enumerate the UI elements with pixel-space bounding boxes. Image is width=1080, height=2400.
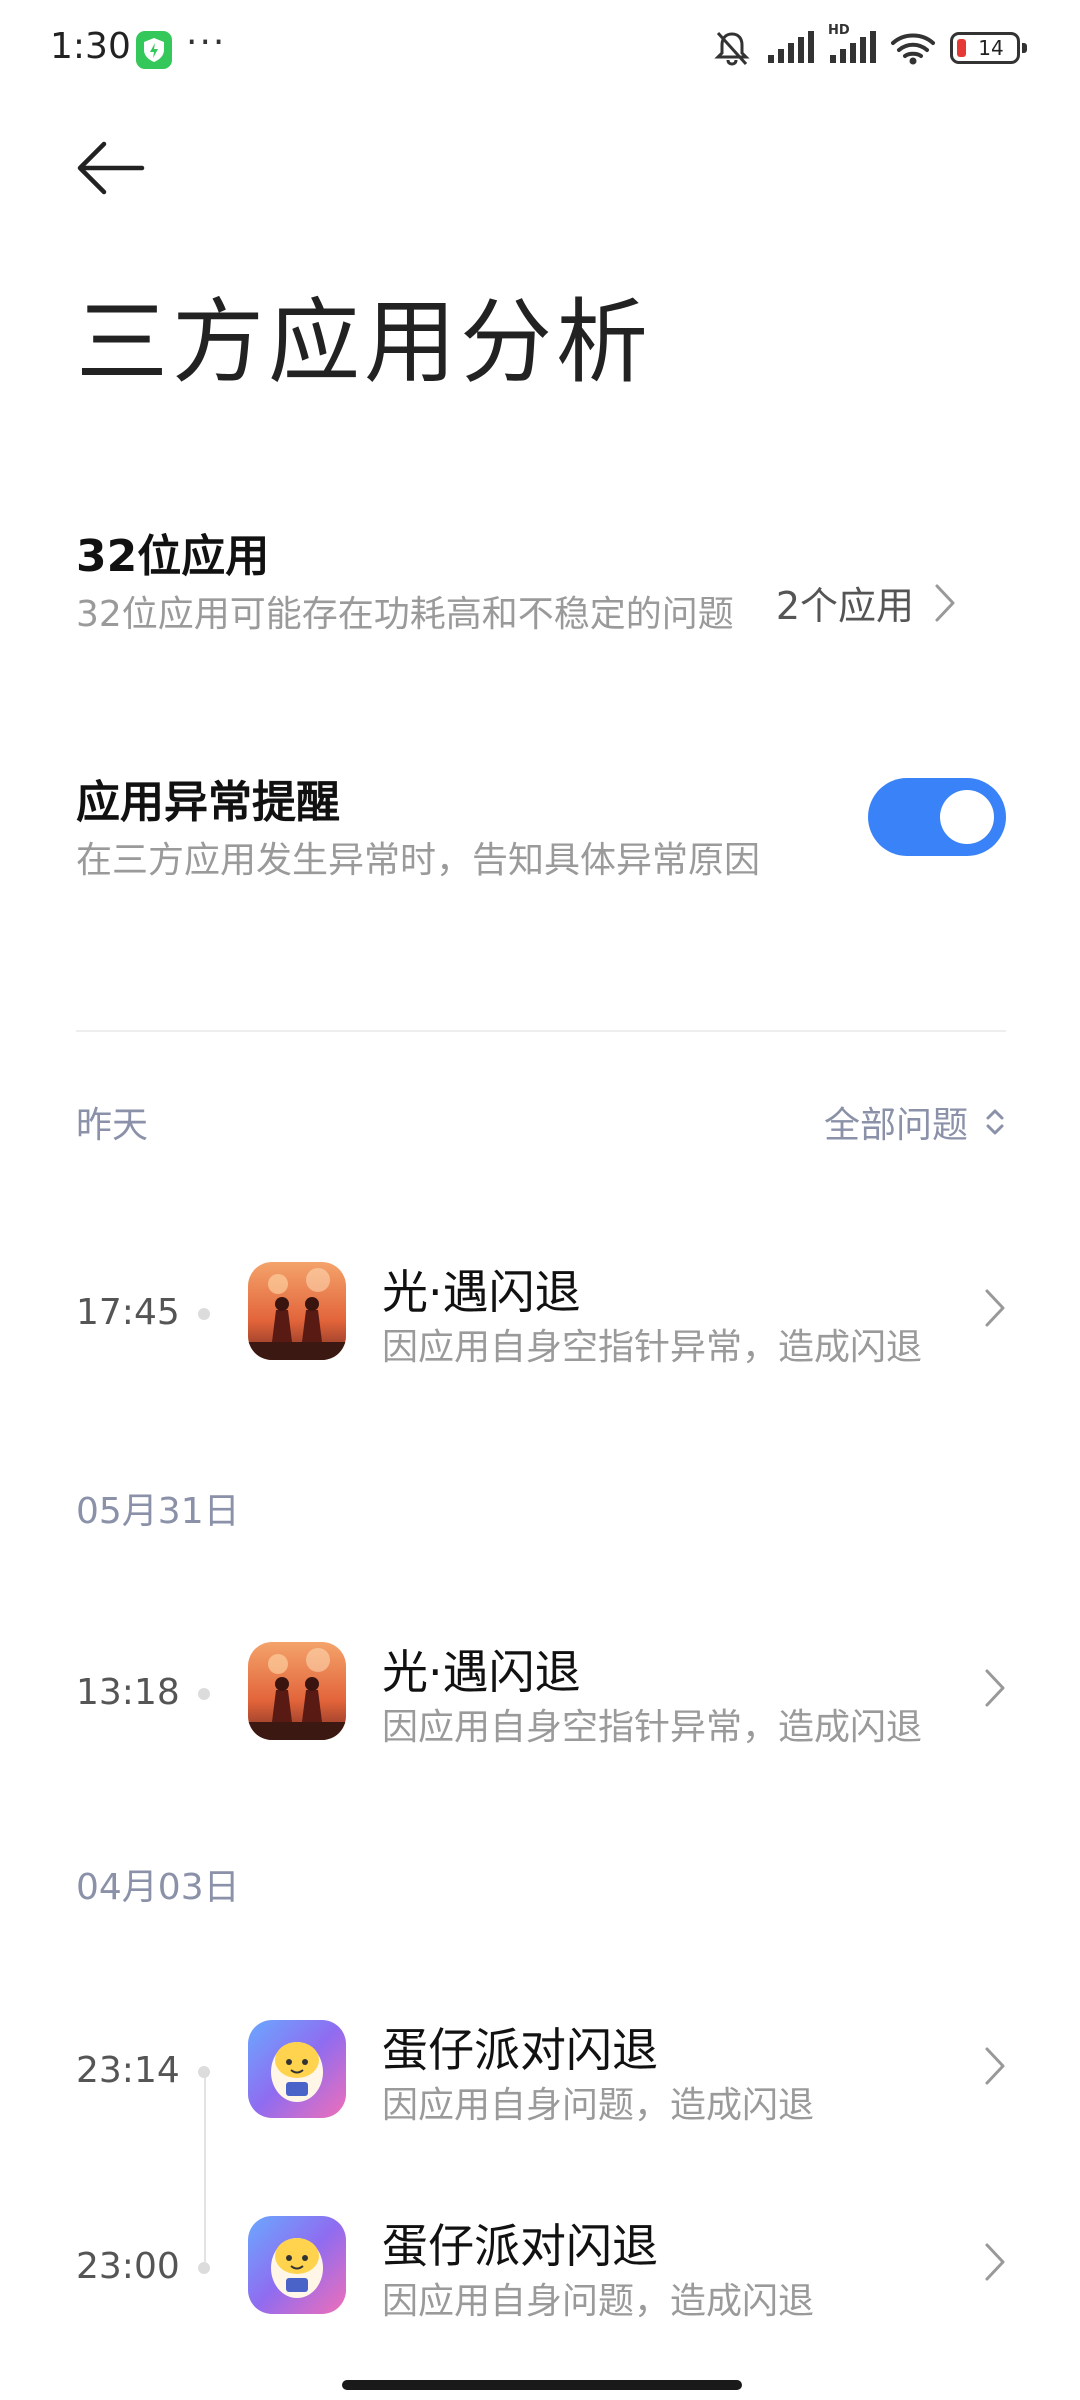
eggy-party-icon (248, 2020, 346, 2118)
list-item[interactable]: 23:00 蛋仔派对闪退 因应用自身问题，造成闪退 (76, 2212, 1006, 2322)
anomaly-alert-subtitle: 在三方应用发生异常时，告知具体异常原因 (76, 840, 761, 881)
cellular-signal-icon (766, 31, 814, 65)
mute-bell-icon (712, 28, 752, 68)
apps-32bit-row[interactable]: 32位应用 32位应用可能存在功耗高和不稳定的问题 2个应用 (76, 520, 1006, 690)
entry-subtitle: 因应用自身空指针异常，造成闪退 (382, 1707, 923, 1748)
battery-icon: 14 (950, 32, 1027, 64)
battery-level: 14 (978, 36, 1004, 60)
entry-title: 光·遇闪退 (382, 1645, 581, 1699)
chevron-right-icon (985, 1669, 1005, 1707)
apps-32bit-value: 2个应用 (776, 575, 956, 630)
status-time: 1:30 (50, 26, 131, 67)
timeline-dot (198, 2066, 210, 2078)
home-indicator[interactable] (342, 2380, 742, 2390)
chevron-right-icon (985, 1289, 1005, 1327)
battery-fill (957, 39, 966, 57)
entry-time: 23:00 (76, 2246, 180, 2287)
hd-badge: HD (828, 23, 850, 38)
timeline-dot (198, 2262, 210, 2274)
entry-time: 23:14 (76, 2050, 180, 2091)
sky-game-icon (248, 1262, 346, 1360)
wifi-icon (890, 31, 936, 65)
list-item[interactable]: 13:18 光·遇闪退 因应用自身空指针异常，造成闪退 (76, 1638, 1006, 1748)
back-button[interactable] (74, 138, 148, 198)
page-title: 三方应用分析 (76, 289, 653, 396)
filter-label: 全部问题 (823, 1105, 968, 1146)
entry-title: 蛋仔派对闪退 (382, 2219, 658, 2273)
entry-subtitle: 因应用自身问题，造成闪退 (382, 2085, 815, 2126)
timeline-dot (198, 1688, 210, 1700)
date-header: 04月03日 (76, 1867, 240, 1908)
entry-time: 17:45 (76, 1292, 180, 1333)
apps-32bit-count: 2个应用 (775, 584, 914, 628)
entry-title: 蛋仔派对闪退 (382, 2023, 658, 2077)
list-item[interactable]: 17:45 光·遇闪退 因应用自身空指针异常，造成闪退 (76, 1258, 1006, 1368)
entry-subtitle: 因应用自身问题，造成闪退 (382, 2281, 815, 2322)
apps-32bit-subtitle: 32位应用可能存在功耗高和不稳定的问题 (76, 594, 734, 635)
more-notifications-icon: ··· (186, 22, 227, 63)
battery-cap (1022, 43, 1027, 53)
date-label-yesterday: 昨天 (76, 1105, 149, 1146)
chevron-right-icon (985, 2243, 1005, 2281)
entry-time: 13:18 (76, 1672, 180, 1713)
list-item[interactable]: 23:14 蛋仔派对闪退 因应用自身问题，造成闪退 (76, 2016, 1006, 2126)
filter-row: 昨天 全部问题 (76, 1096, 1006, 1146)
cellular-signal-hd-icon: HD (828, 23, 876, 65)
anomaly-alert-row: 应用异常提醒 在三方应用发生异常时，告知具体异常原因 (76, 766, 1006, 886)
entry-subtitle: 因应用自身空指针异常，造成闪退 (382, 1327, 923, 1368)
back-arrow-icon (77, 141, 145, 195)
section-divider (76, 1030, 1006, 1032)
date-header: 05月31日 (76, 1491, 240, 1532)
chevron-right-icon (985, 2047, 1005, 2085)
eggy-party-icon (248, 2216, 346, 2314)
filter-dropdown[interactable]: 全部问题 (824, 1096, 1006, 1148)
sky-game-icon (248, 1642, 346, 1740)
anomaly-alert-title: 应用异常提醒 (76, 777, 340, 828)
anomaly-alert-toggle[interactable] (868, 778, 1006, 856)
status-indicators: HD 14 (712, 23, 1027, 68)
security-shield-icon (136, 31, 172, 69)
chevron-right-icon (935, 584, 955, 621)
sort-updown-icon (986, 1109, 1004, 1135)
status-bar: 1:30 ··· HD 14 (0, 0, 1080, 100)
entry-title: 光·遇闪退 (382, 1265, 581, 1319)
timeline-dot (198, 1308, 210, 1320)
toggle-knob (940, 790, 994, 844)
